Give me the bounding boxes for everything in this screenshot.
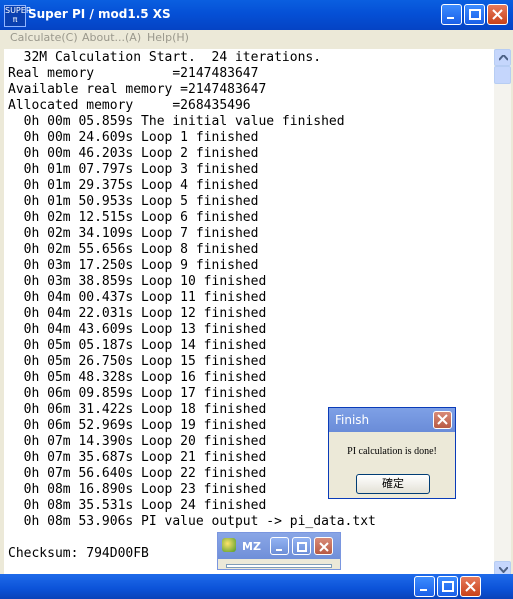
mz-app-icon [222,538,236,552]
close-icon [492,9,503,20]
minimize-icon [447,17,454,19]
finish-dialog-close-button[interactable] [433,411,452,429]
console-line: 0h 07m 14.390s Loop 20 finished [8,434,267,449]
console-line: 0h 00m 46.203s Loop 2 finished [8,146,259,161]
console-line: 32M Calculation Start. 24 iterations. [8,50,322,65]
console-line: 0h 02m 34.109s Loop 7 finished [8,226,259,241]
bg-minimize-button[interactable] [414,576,435,597]
bg-close-button[interactable] [460,576,481,597]
console-line: 0h 00m 05.859s The initial value finishe… [8,114,345,129]
console-line: 0h 07m 35.687s Loop 21 finished [8,450,267,465]
menu-help[interactable]: Help(H) [147,31,189,44]
mz-titlebar[interactable]: MZ [218,533,340,559]
finish-message: PI calculation is done! [347,446,437,457]
close-icon [465,581,476,592]
console-line: 0h 07m 56.640s Loop 22 finished [8,466,267,481]
console-line: 0h 05m 48.328s Loop 16 finished [8,370,267,385]
console-line: 0h 08m 53.906s PI value output -> pi_dat… [8,514,376,529]
console-line: Available real memory =2147483647 [8,82,267,97]
finish-dialog: Finish PI calculation is done! 確定 [328,407,456,499]
console-line: 0h 06m 09.859s Loop 17 finished [8,386,267,401]
scroll-thumb[interactable] [494,66,511,84]
console-line: 0h 06m 52.969s Loop 19 finished [8,418,267,433]
mz-window: MZ [217,532,341,570]
arrow-up-icon [499,55,508,61]
console-line: 0h 06m 31.422s Loop 18 finished [8,402,267,417]
minimize-icon [276,549,282,551]
bg-maximize-button[interactable] [437,576,458,597]
console-output: 32M Calculation Start. 24 iterations. Rea… [8,50,376,562]
scroll-up-button[interactable] [494,49,511,66]
background-window-titlebar[interactable] [0,574,513,599]
mz-minimize-button[interactable] [270,537,289,555]
finish-dialog-title: Finish [335,413,370,427]
close-button[interactable] [487,4,508,25]
console-line: Allocated memory =268435496 [8,98,251,113]
vertical-scrollbar[interactable] [494,49,511,578]
title-bar[interactable]: SUPER π Super PI / mod1.5 XS [0,0,513,30]
superpi-window: SUPER π Super PI / mod1.5 XS Calculate(C)… [0,0,513,599]
console-line: 0h 03m 38.859s Loop 10 finished [8,274,267,289]
mz-title: MZ [242,540,261,553]
mz-close-button[interactable] [314,537,333,555]
menu-about[interactable]: About...(A) [82,31,141,44]
maximize-icon [297,542,307,552]
minimize-button[interactable] [441,4,462,25]
maximize-icon [442,581,454,592]
close-icon [319,542,329,552]
console-line: 0h 08m 16.890s Loop 23 finished [8,482,267,497]
console-line: 0h 02m 12.515s Loop 6 finished [8,210,259,225]
maximize-icon [469,9,481,20]
console-line: 0h 05m 05.187s Loop 14 finished [8,338,267,353]
ok-button[interactable]: 確定 [356,474,430,494]
console-line: 0h 08m 35.531s Loop 24 finished [8,498,267,513]
mz-maximize-button[interactable] [292,537,311,555]
menu-bar: Calculate(C) About...(A) Help(H) [0,30,513,47]
console-line: 0h 04m 22.031s Loop 12 finished [8,306,267,321]
console-line: 0h 00m 24.609s Loop 1 finished [8,130,259,145]
superpi-app-icon: SUPER π [4,5,31,27]
menu-calculate[interactable]: Calculate(C) [10,31,78,44]
finish-dialog-titlebar[interactable]: Finish [329,408,455,432]
console-line: 0h 04m 00.437s Loop 11 finished [8,290,267,305]
console-line: 0h 01m 29.375s Loop 4 finished [8,178,259,193]
console-line: 0h 04m 43.609s Loop 13 finished [8,322,267,337]
console-line: 0h 01m 07.797s Loop 3 finished [8,162,259,177]
arrow-down-icon [499,567,508,573]
console-line: 0h 03m 17.250s Loop 9 finished [8,258,259,273]
console-line: Real memory =2147483647 [8,66,259,81]
maximize-button[interactable] [464,4,485,25]
window-title: Super PI / mod1.5 XS [28,7,171,21]
minimize-icon [420,589,427,591]
console-line: 0h 05m 26.750s Loop 15 finished [8,354,267,369]
console-line: 0h 01m 50.953s Loop 5 finished [8,194,259,209]
close-icon [437,414,448,425]
console-line: 0h 02m 55.656s Loop 8 finished [8,242,259,257]
mz-input-field[interactable] [226,564,332,568]
